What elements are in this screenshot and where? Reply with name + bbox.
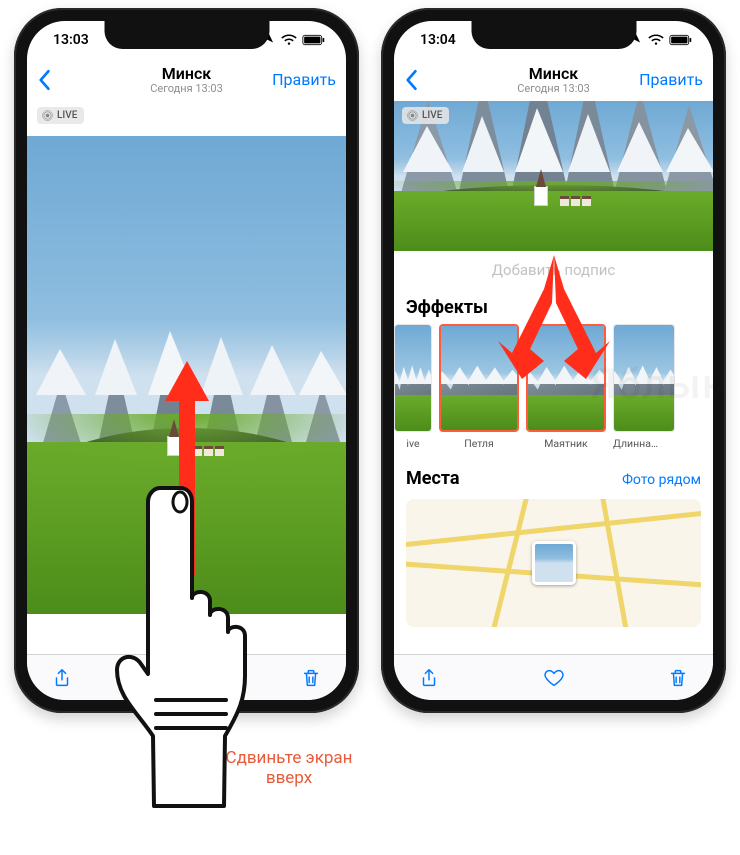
back-button[interactable] <box>404 69 440 91</box>
live-icon <box>407 110 418 121</box>
nearby-photos-link[interactable]: Фото рядом <box>622 472 701 488</box>
phone-left: 13:03 Минск Сегодня 13:03 Править <box>14 8 359 713</box>
photo-detail-scroll[interactable]: LIVE Добавить подпис Эффекты ive Петля <box>394 101 713 654</box>
places-map[interactable] <box>406 499 701 627</box>
battery-icon <box>669 34 693 46</box>
phone-notch <box>471 21 636 49</box>
heart-icon <box>543 667 565 689</box>
effect-live[interactable]: ive <box>394 324 432 450</box>
favorite-button[interactable] <box>537 661 571 695</box>
trash-button[interactable] <box>661 661 695 695</box>
trash-button[interactable] <box>294 661 328 695</box>
navbar: Минск Сегодня 13:03 Править <box>394 59 713 101</box>
trash-icon <box>300 667 322 689</box>
effect-label: Петля <box>439 437 519 450</box>
photo-hero: LIVE <box>394 101 713 251</box>
live-badge-text: LIVE <box>422 110 442 121</box>
status-tray <box>261 34 326 46</box>
chevron-left-icon <box>404 69 418 91</box>
edit-button[interactable]: Править <box>639 70 703 89</box>
places-header: Места Фото рядом <box>394 450 713 495</box>
chevron-left-icon <box>37 69 51 91</box>
effect-label: Длинная выде <box>613 437 663 450</box>
effect-label: Маятник <box>526 437 606 450</box>
live-badge-text: LIVE <box>57 110 77 121</box>
back-button[interactable] <box>37 69 73 91</box>
share-icon <box>418 667 440 689</box>
share-button[interactable] <box>45 661 79 695</box>
edit-button[interactable]: Править <box>272 70 336 89</box>
places-heading: Места <box>406 468 460 489</box>
live-badge: LIVE <box>402 107 449 124</box>
share-icon <box>51 667 73 689</box>
map-photo-pin[interactable] <box>532 541 576 585</box>
status-time: 13:03 <box>53 32 89 48</box>
wifi-icon <box>648 34 664 46</box>
finger-gesture-icon <box>102 478 282 812</box>
trash-icon <box>667 667 689 689</box>
toolbar <box>394 654 713 700</box>
phone-notch <box>104 21 269 49</box>
live-icon <box>42 110 53 121</box>
battery-icon <box>302 34 326 46</box>
wifi-icon <box>281 34 297 46</box>
phone-right: 13:04 Минск Сегодня 13:03 Править <box>381 8 726 713</box>
status-tray <box>628 34 693 46</box>
share-button[interactable] <box>412 661 446 695</box>
status-time: 13:04 <box>420 32 456 48</box>
navbar: Минск Сегодня 13:03 Править <box>27 59 346 101</box>
effect-label: ive <box>394 437 432 450</box>
pointing-arrows-icon <box>474 249 634 393</box>
live-badge: LIVE <box>37 107 84 124</box>
